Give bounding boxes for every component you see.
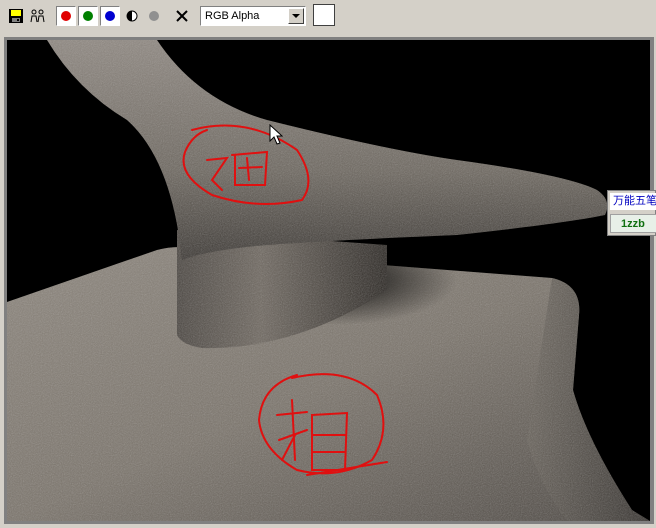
ime-candidate-popup[interactable]: 万能五笔 1zzb [607, 190, 656, 236]
blue-channel-toggle[interactable] [100, 6, 120, 26]
red-dot-icon [61, 11, 71, 21]
alpha-toggle-icon[interactable] [144, 6, 164, 26]
blue-dot-icon [105, 11, 115, 21]
rendered-scene [7, 40, 650, 521]
red-channel-toggle[interactable] [56, 6, 76, 26]
clone-icon[interactable] [28, 6, 48, 26]
mouse-cursor-icon [269, 124, 283, 145]
render-viewport [7, 40, 650, 521]
ime-name: 万能五笔 [610, 193, 656, 210]
green-dot-icon [83, 11, 93, 21]
clear-icon[interactable] [172, 6, 192, 26]
channel-select-value: RGB Alpha [205, 10, 260, 22]
chevron-down-icon[interactable] [288, 8, 304, 24]
save-icon[interactable] [6, 6, 26, 26]
render-toolbar: RGB Alpha [0, 0, 656, 33]
mono-toggle-icon[interactable] [122, 6, 142, 26]
ime-input-code: 1zzb [610, 214, 656, 233]
background-color-swatch[interactable] [313, 4, 335, 26]
green-channel-toggle[interactable] [78, 6, 98, 26]
channel-select[interactable]: RGB Alpha [200, 6, 306, 26]
